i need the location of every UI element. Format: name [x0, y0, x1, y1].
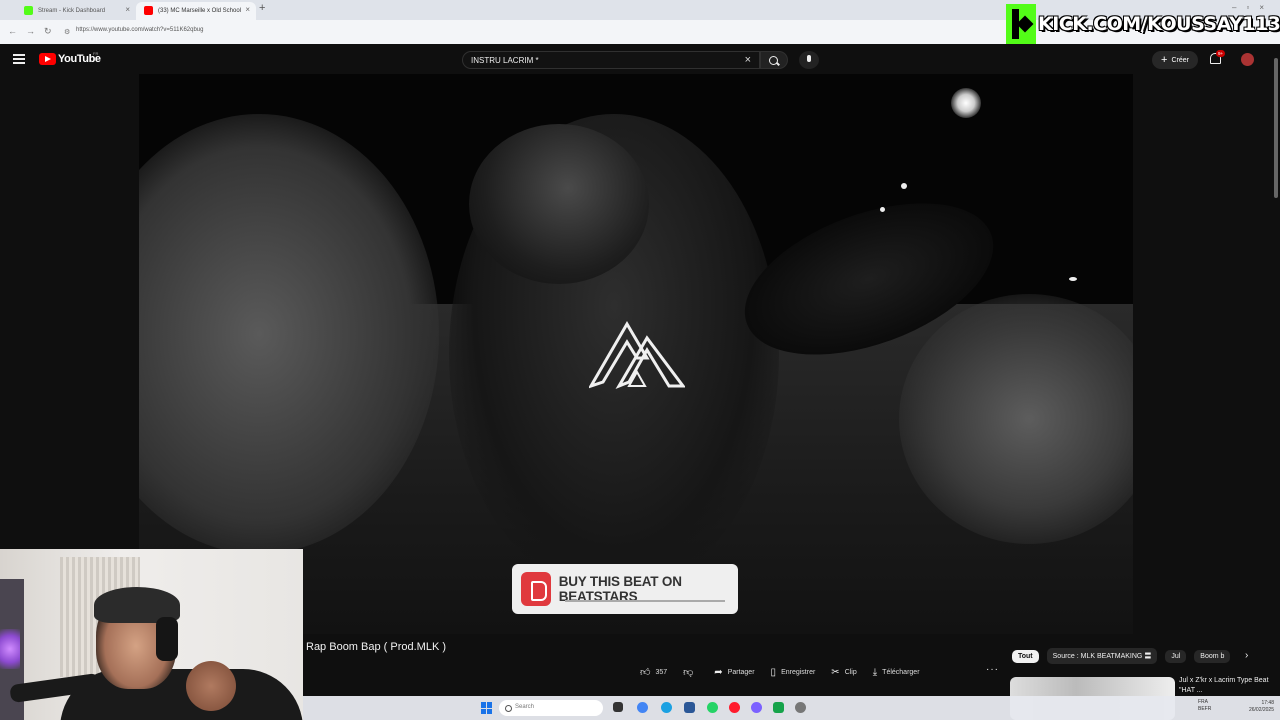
channel-watermark-logo-icon — [589, 321, 685, 390]
chip-boom-bap[interactable]: Boom b — [1194, 649, 1231, 663]
lang-code: FRA — [1198, 699, 1208, 705]
kick-logo-icon — [1006, 4, 1036, 44]
clock-date: 26/02/2025 — [1248, 707, 1274, 713]
download-label: Télécharger — [882, 668, 920, 676]
video-light-dot — [880, 207, 885, 212]
plus-icon: + — [1161, 54, 1168, 66]
whatsapp-icon[interactable] — [707, 702, 718, 713]
edge-icon[interactable] — [661, 702, 672, 713]
back-arrow-icon[interactable]: ← — [8, 26, 17, 36]
chip-jul[interactable]: Jul — [1165, 649, 1187, 663]
chip-source[interactable]: Source : MLK BEATMAKING 〓 — [1046, 648, 1158, 664]
search-query: INSTRU LACRIM * — [471, 56, 539, 65]
share-icon: ➦ — [714, 666, 723, 678]
close-tab-icon[interactable]: × — [245, 5, 250, 14]
clear-search-icon[interactable]: × — [745, 54, 751, 66]
webcam-purple-light — [0, 629, 20, 669]
more-options-icon[interactable]: ··· — [986, 664, 999, 675]
video-actions: 👍︎ 357 👎︎ ➦ Partager ▯ Enregistrer ✂ Cli… — [640, 662, 936, 682]
search-icon[interactable] — [760, 51, 788, 69]
video-helmet — [469, 124, 649, 284]
banner-subtext-line — [565, 600, 725, 602]
scrollbar-thumb[interactable] — [1274, 58, 1278, 198]
windows-taskbar: Search FRA BEFR 17:48 26/02/2025 — [303, 696, 1280, 720]
beatstars-banner[interactable]: BUY THIS BEAT ON BEATSTARS — [512, 564, 738, 614]
chrome-icon[interactable] — [637, 702, 648, 713]
filter-chips: Tout Source : MLK BEATMAKING 〓 Jul Boom … — [1012, 648, 1238, 664]
bookmark-icon: ▯ — [770, 666, 777, 678]
like-count: 357 — [655, 668, 668, 676]
reload-icon[interactable]: ↻ — [44, 26, 52, 37]
task-view-icon[interactable] — [613, 702, 623, 712]
webcam-hand — [186, 661, 236, 711]
create-button[interactable]: + Créer — [1152, 51, 1198, 69]
like-button[interactable]: 👍︎ 357 — [640, 666, 667, 678]
clip-button[interactable]: ✂ Clip — [831, 667, 856, 678]
youtube-play-icon — [39, 53, 56, 65]
kick-handle: KICK.COM/KOUSSAY113 — [1038, 13, 1280, 35]
video-light-dot — [1069, 277, 1077, 281]
share-label: Partager — [727, 668, 755, 676]
tab-youtube-video[interactable]: (33) MC Marseille x Old School × — [136, 2, 256, 20]
tab-title: (33) MC Marseille x Old School — [158, 8, 242, 14]
site-info-icon[interactable]: ⚙ — [64, 28, 70, 36]
page-scrollbar[interactable] — [1272, 44, 1280, 696]
forward-arrow-icon[interactable]: → — [26, 26, 35, 36]
beatstars-logo-icon — [521, 572, 551, 606]
clock-time: 17:48 — [1261, 700, 1274, 706]
chip-all[interactable]: Tout — [1012, 649, 1039, 663]
share-button[interactable]: ➦ Partager — [714, 667, 754, 678]
thumbs-down-icon: 👎︎ — [683, 667, 694, 678]
video-streetlight — [951, 88, 981, 118]
new-tab-button[interactable]: + — [259, 2, 265, 14]
kick-favicon-icon — [24, 6, 33, 15]
webcam-headphone — [156, 617, 178, 661]
video-light-dot — [901, 183, 907, 189]
opera-icon[interactable] — [729, 702, 740, 713]
notification-count-badge: 9+ — [1216, 50, 1226, 57]
save-label: Enregistrer — [781, 668, 816, 676]
thumbs-up-icon: 👍︎ — [640, 667, 651, 678]
language-indicator[interactable]: FRA BEFR — [1198, 699, 1211, 713]
scissors-icon: ✂ — [831, 666, 840, 678]
store-icon[interactable] — [684, 702, 695, 713]
app-icon[interactable] — [773, 702, 784, 713]
dislike-button[interactable]: 👎︎ — [683, 666, 698, 678]
hamburger-menu-icon[interactable] — [13, 54, 25, 64]
messenger-icon[interactable] — [751, 702, 762, 713]
save-button[interactable]: ▯ Enregistrer — [771, 667, 816, 678]
url-field[interactable]: https://www.youtube.com/watch?v=511K62qb… — [76, 27, 203, 33]
close-tab-icon[interactable]: × — [125, 5, 130, 14]
youtube-favicon-icon — [144, 6, 153, 15]
lang-layout: BEFR — [1198, 706, 1212, 712]
tab-title: Stream - Kick Dashboard — [38, 8, 106, 14]
microphone-icon[interactable] — [799, 51, 819, 69]
recommendation-title[interactable]: Jul x Z'kr x Lacrim Type Beat "HAT ... — [1179, 676, 1269, 696]
tab-kick-dashboard[interactable]: Stream - Kick Dashboard × — [16, 2, 136, 20]
settings-icon[interactable] — [795, 702, 806, 713]
video-title: Rap Boom Bap ( Prod.MLK ) — [306, 641, 447, 653]
create-label: Créer — [1171, 56, 1189, 64]
windows-start-icon[interactable] — [481, 702, 493, 714]
avatar[interactable] — [1241, 53, 1254, 66]
kick-overlay: KICK.COM/KOUSSAY113 — [1006, 4, 1280, 44]
youtube-logo[interactable]: YouTube — [39, 53, 101, 65]
clip-label: Clip — [844, 668, 857, 676]
webcam-overlay — [0, 549, 303, 720]
taskbar-search[interactable]: Search — [499, 700, 603, 716]
youtube-masthead: YouTube FR INSTRU LACRIM * × + Créer 9+ — [0, 44, 1280, 74]
search-input[interactable]: INSTRU LACRIM * × — [462, 51, 760, 69]
download-icon: ⤓ — [872, 666, 878, 678]
download-button[interactable]: ⤓ Télécharger — [873, 667, 920, 678]
region-code: FR — [93, 51, 99, 56]
chevron-right-icon[interactable]: › — [1245, 650, 1248, 661]
system-clock[interactable]: 17:48 26/02/2025 — [1238, 700, 1274, 714]
